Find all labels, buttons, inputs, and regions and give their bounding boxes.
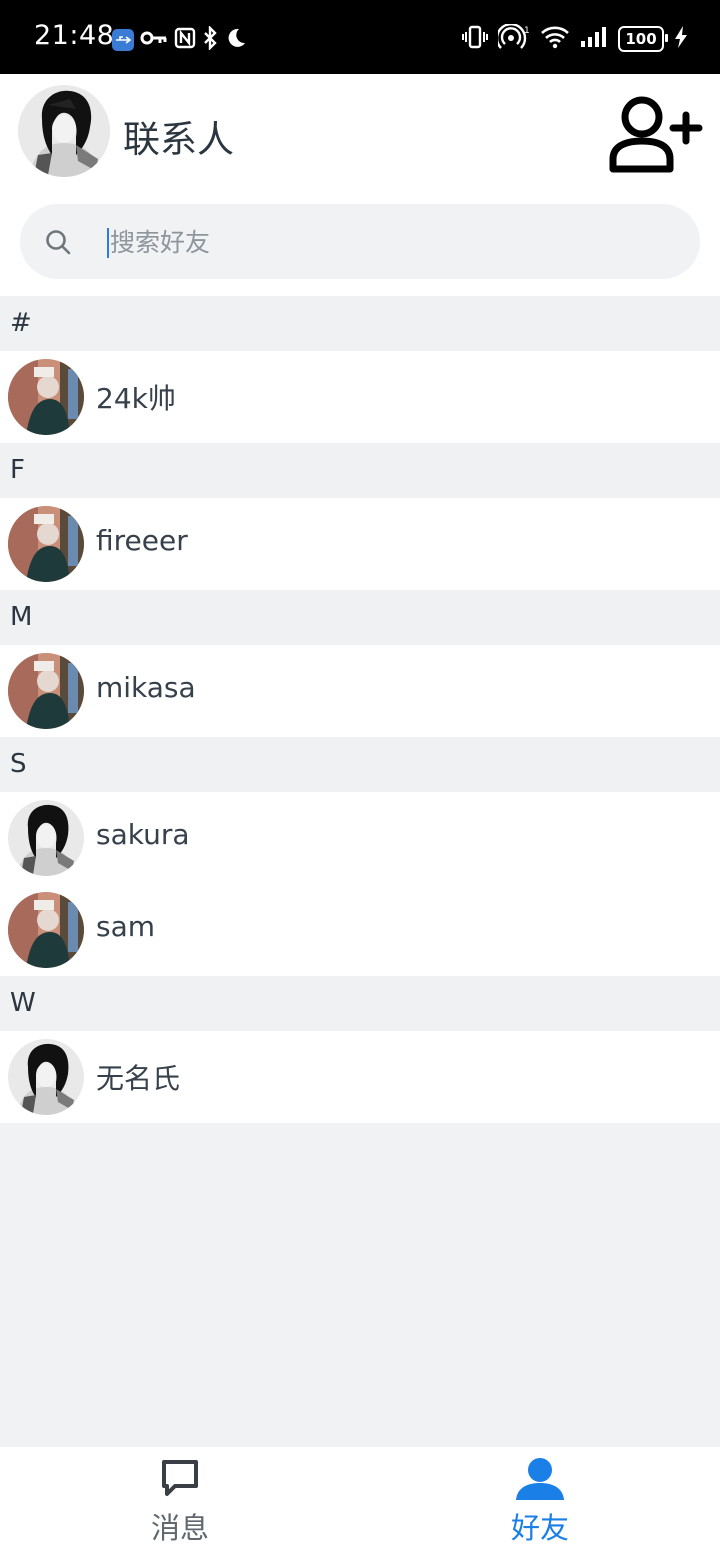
- svg-text:1: 1: [524, 26, 530, 36]
- vibrate-icon: [462, 25, 488, 53]
- moon-icon: [224, 26, 248, 54]
- search-bar[interactable]: [20, 204, 700, 279]
- bottom-nav: 消息 好友: [0, 1447, 720, 1554]
- key-icon: [140, 28, 168, 52]
- section-header: M: [0, 590, 720, 645]
- section-header: F: [0, 443, 720, 498]
- nfc-icon: [174, 27, 196, 53]
- search-icon: [46, 230, 71, 255]
- contact-avatar: [8, 800, 84, 876]
- signal-icon: [580, 26, 608, 52]
- contact-name: sakura: [96, 818, 190, 851]
- add-contact-button[interactable]: [604, 89, 704, 179]
- wifi-icon: [540, 25, 570, 53]
- contact-avatar: [8, 653, 84, 729]
- person-icon: [516, 1458, 564, 1500]
- text-cursor: [107, 228, 109, 258]
- section-header: S: [0, 737, 720, 792]
- charging-icon: [674, 25, 688, 53]
- add-contact-icon: [609, 96, 703, 173]
- tab-messages-label: 消息: [150, 1511, 209, 1545]
- usb-icon: [112, 29, 134, 51]
- contact-name: fireeer: [96, 524, 188, 557]
- contact-name: mikasa: [96, 671, 196, 704]
- contact-row[interactable]: fireeer: [0, 498, 720, 590]
- tab-messages[interactable]: 消息: [0, 1447, 360, 1554]
- contact-row[interactable]: 无名氏: [0, 1031, 720, 1123]
- contact-row[interactable]: mikasa: [0, 645, 720, 737]
- contact-list: # 24k帅 F fireeer M mikasa S sakura sam W…: [0, 296, 720, 1123]
- bluetooth-icon: [202, 25, 218, 54]
- tab-friends-label: 好友: [510, 1511, 569, 1545]
- contact-avatar: [8, 359, 84, 435]
- contact-avatar: [8, 1039, 84, 1115]
- hotspot-icon: 1: [495, 23, 530, 54]
- contact-name: 无名氏: [96, 1062, 181, 1095]
- contact-avatar: [8, 892, 84, 968]
- tab-friends[interactable]: 好友: [360, 1447, 720, 1554]
- contact-avatar: [8, 506, 84, 582]
- header: 联系人: [0, 74, 720, 296]
- contact-row[interactable]: sakura: [0, 792, 720, 884]
- page-title: 联系人: [123, 118, 234, 161]
- contact-name: 24k帅: [96, 382, 176, 415]
- contact-row[interactable]: 24k帅: [0, 351, 720, 443]
- battery-icon: 100: [618, 26, 668, 52]
- status-time: 21:48: [34, 20, 115, 51]
- my-avatar[interactable]: [18, 85, 110, 177]
- search-input[interactable]: [110, 223, 670, 261]
- section-header: #: [0, 296, 720, 351]
- contact-name: sam: [96, 910, 156, 943]
- status-bar: 21:48 1 100: [0, 0, 720, 74]
- section-header: W: [0, 976, 720, 1031]
- chat-bubble-icon: [162, 1460, 198, 1496]
- contact-row[interactable]: sam: [0, 884, 720, 976]
